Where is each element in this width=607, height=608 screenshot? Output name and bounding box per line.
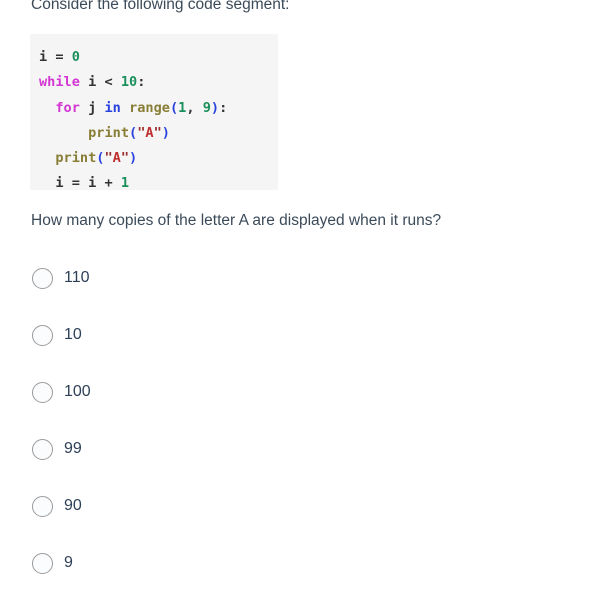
code-token: ) — [210, 99, 220, 116]
code-line: for j in range(1, 9): — [39, 96, 278, 121]
radio-button-icon[interactable] — [32, 267, 53, 289]
code-line: print("A") — [39, 121, 278, 146]
answer-option-10[interactable]: 10 — [32, 323, 452, 347]
code-lines: i = 0 while i < 10: for j in range(1, 9):… — [39, 45, 278, 197]
code-token: range — [129, 99, 170, 116]
code-token: A — [112, 150, 121, 167]
answer-option-label: 10 — [64, 326, 82, 343]
code-token: i — [55, 175, 64, 192]
question-text: How many copies of the letter A are disp… — [31, 212, 442, 229]
code-block: i = 0 while i < 10: for j in range(1, 9):… — [30, 34, 278, 191]
answer-option-99[interactable]: 99 — [32, 437, 452, 461]
code-token: : — [219, 99, 228, 116]
answer-option-label: 99 — [64, 440, 82, 457]
radio-button-icon[interactable] — [32, 552, 53, 574]
radio-button-icon[interactable] — [32, 495, 53, 517]
code-line: while i < 10: — [39, 70, 278, 95]
code-token: ) — [161, 124, 170, 141]
code-token: < — [104, 74, 113, 91]
code-token: ( — [169, 99, 179, 116]
code-line: print("A") — [39, 146, 278, 171]
radio-button-icon[interactable] — [32, 438, 53, 460]
code-token: = — [71, 175, 80, 192]
answer-options-list: 110 10 100 99 90 9 — [32, 266, 452, 608]
code-token: " — [104, 150, 113, 167]
code-token: 1 — [120, 175, 130, 192]
answer-option-label: 90 — [64, 497, 82, 514]
code-token: 0 — [71, 49, 80, 65]
code-token: in — [104, 99, 121, 116]
code-token: A — [145, 124, 154, 141]
prompt-text: Consider the following code segment: — [31, 0, 290, 13]
code-token: + — [104, 175, 113, 192]
answer-option-9[interactable]: 9 — [32, 551, 452, 575]
code-token: 9 — [202, 99, 211, 116]
answer-option-label: 100 — [64, 383, 91, 400]
radio-button-icon[interactable] — [32, 381, 53, 403]
code-token: : — [137, 74, 146, 91]
code-token: ( — [129, 124, 138, 141]
code-token: while — [39, 74, 80, 91]
code-line: i = i + 1 — [39, 171, 278, 196]
code-token: ) — [129, 150, 138, 167]
code-token: = — [55, 49, 64, 65]
answer-option-100[interactable]: 100 — [32, 380, 452, 404]
code-token: " — [153, 124, 162, 141]
code-token: " — [120, 150, 130, 167]
code-token: 10 — [120, 74, 138, 91]
code-token: print — [88, 124, 130, 141]
radio-button-icon[interactable] — [32, 324, 53, 346]
code-token: print — [55, 150, 97, 167]
answer-option-90[interactable]: 90 — [32, 494, 452, 518]
answer-option-110[interactable]: 110 — [32, 266, 452, 290]
answer-option-label: 9 — [64, 554, 73, 571]
code-token: i — [39, 49, 48, 65]
code-token: for — [55, 99, 80, 116]
code-line: i = 0 — [39, 45, 278, 70]
answer-option-label: 110 — [64, 269, 90, 286]
code-token: , — [186, 99, 195, 116]
